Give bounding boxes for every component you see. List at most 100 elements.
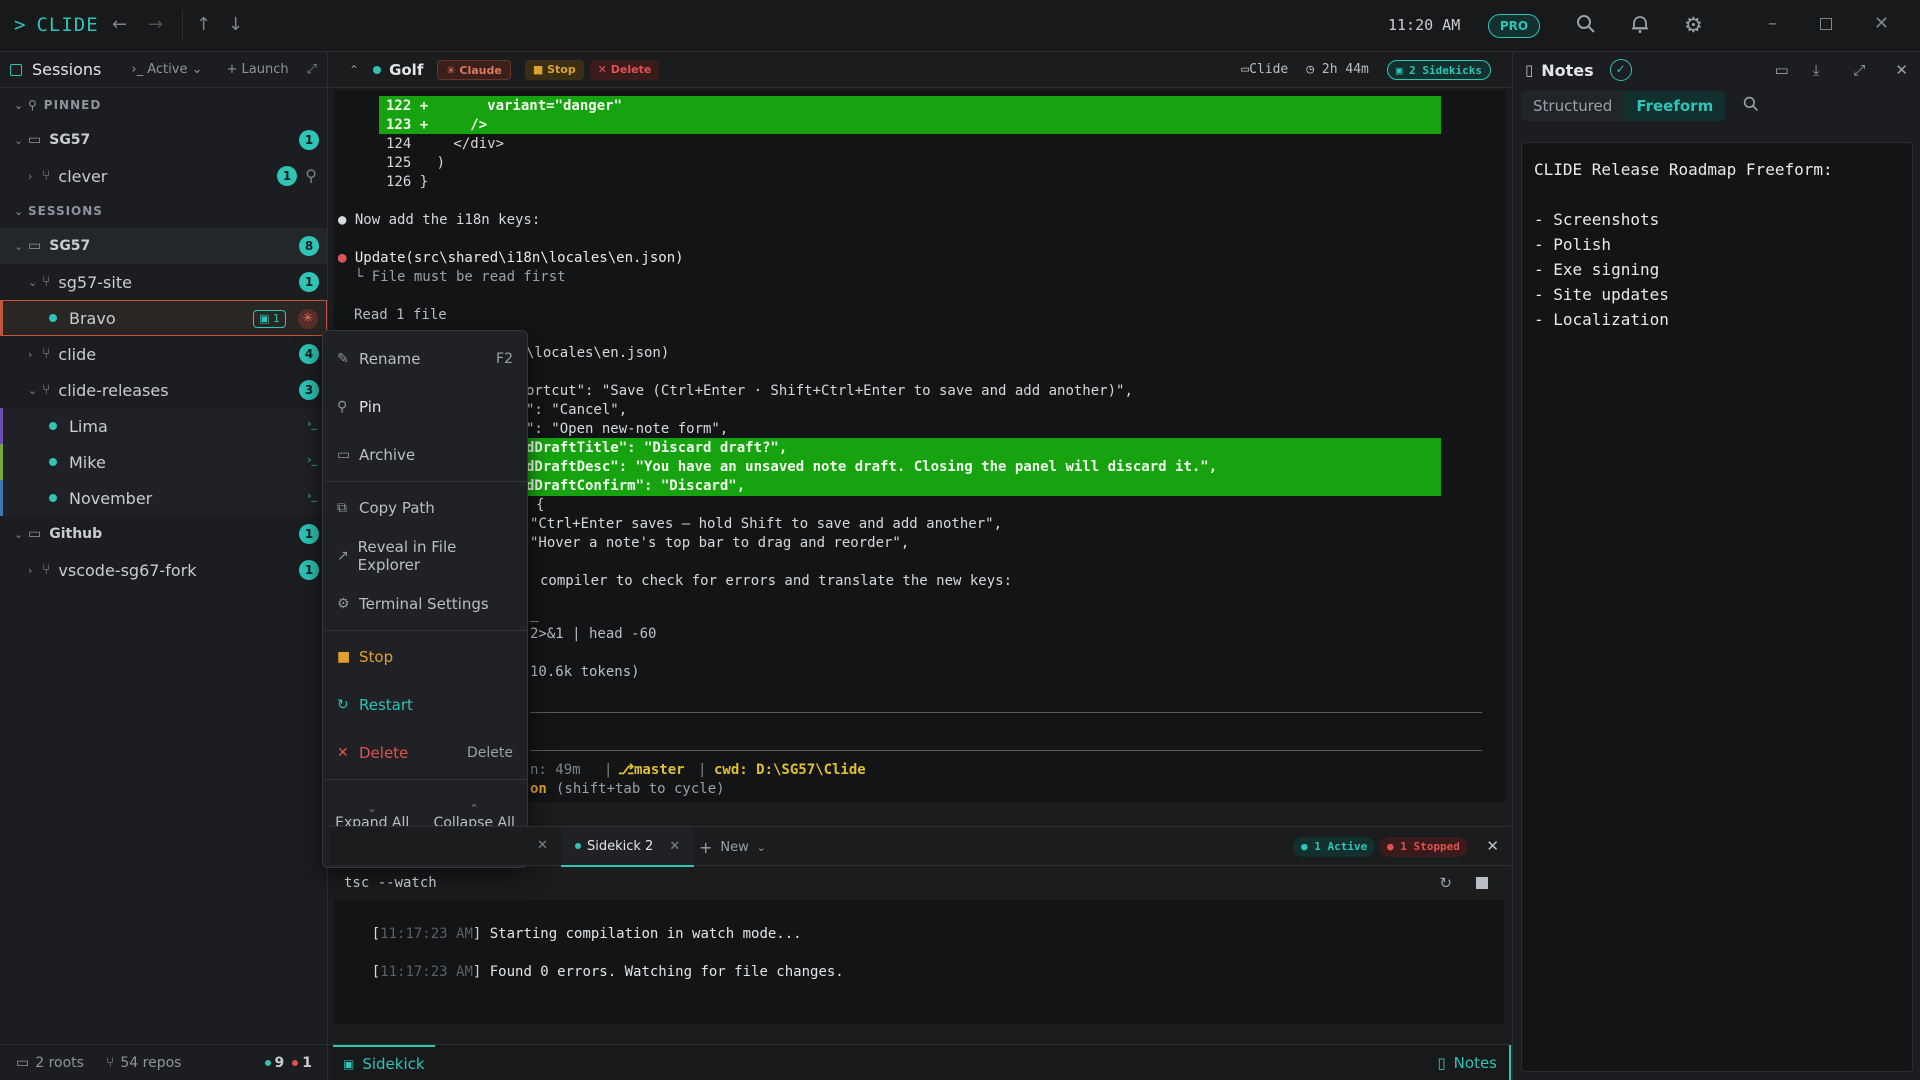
git-branch-icon: ⑂ [42,274,51,290]
repo-row[interactable]: ⌄ ⑂ clide-releases 3 [0,372,327,408]
count-badge: 4 [299,344,319,364]
git-branch-icon: ⑂ [42,346,51,362]
sessions-section-header[interactable]: ⌄ SESSIONS [0,194,327,228]
count-badge: 1 [299,272,319,292]
menu-item-rename[interactable]: ✎ Rename F2 [323,335,527,383]
repo-row[interactable]: › ⑂ clever 1 ⚲ [0,158,327,194]
close-icon[interactable]: ✕ [537,838,548,853]
pro-badge[interactable]: PRO [1488,14,1540,38]
repo-row[interactable]: › ⑂ vscode-sg67-fork 1 [0,552,327,588]
agent-badge[interactable]: ✳ Claude [437,59,511,80]
freeform-editor[interactable]: CLIDE Release Roadmap Freeform: - Screen… [1521,142,1913,1072]
session-row-november[interactable]: November ›_ [0,480,327,516]
pin-icon[interactable]: ⚲ [305,166,317,185]
close-icon: ✕ [337,745,349,761]
external-link-icon: ↗ [337,548,349,564]
sidekicks-badge[interactable]: ▣ 2 Sidekicks [1386,59,1491,80]
stop-label: Stop [547,62,576,76]
stop-square-icon[interactable] [1476,877,1488,889]
group-label: Github [49,526,103,542]
minimize-icon[interactable]: – [1768,13,1777,34]
forward-arrow-icon[interactable]: → [148,14,163,35]
menu-item-restart[interactable]: ↻ Restart [323,681,527,729]
stop-button[interactable]: ■ Stop [524,59,584,80]
menu-label: Copy Path [359,499,435,517]
delete-icon: ✕ [597,62,611,76]
group-row[interactable]: ⌄ ▭ Github 1 [0,516,327,552]
search-icon[interactable] [1576,14,1596,39]
sidekick-terminal[interactable]: [11:17:23 AM] Starting compilation in wa… [334,900,1504,1024]
repo-row[interactable]: › ⑂ clide 4 [0,336,327,372]
divider [530,712,1482,713]
git-branch-icon: ⑂ [42,168,51,184]
clock: 11:20 AM [1388,16,1461,34]
search-icon[interactable] [1743,96,1759,116]
menu-item-copy-path[interactable]: ⧉ Copy Path [323,484,527,532]
git-branch-icon: ⎇ [618,762,635,778]
chevron-down-icon: ⌄ [14,98,25,112]
restart-icon: ↻ [337,697,349,713]
sidekick-badge: ▣ 1 [253,310,286,328]
new-sidekick-button[interactable]: + New ⌄ [699,827,766,867]
bell-icon[interactable] [1630,14,1650,39]
menu-item-archive[interactable]: ▭ Archive [323,431,527,479]
close-icon[interactable]: ✕ [669,839,680,854]
sidekick-toggle[interactable]: ▣ Sidekick [333,1044,435,1080]
terminal-icon: ›_ [307,453,317,466]
chevron-right-icon: › [28,347,33,361]
chevron-down-icon: ⌄ [756,840,766,854]
bracket: [ [371,964,381,980]
menu-item-reveal[interactable]: ↗ Reveal in File Explorer [323,532,527,580]
session-row-bravo[interactable]: Bravo ▣ 1 ✳ [0,300,327,336]
tool-call-line: ● Update(src\shared\i18n\locales\en.json… [338,250,684,266]
back-arrow-icon[interactable]: ← [112,14,127,35]
expand-icon[interactable]: ⤢ [1853,61,1865,79]
maximize-icon[interactable] [1820,18,1832,30]
close-panel-icon[interactable]: ✕ [1486,837,1499,855]
note-item: - Site updates [1534,285,1669,304]
menu-item-pin[interactable]: ⚲ Pin [323,383,527,431]
close-icon[interactable]: ✕ [1895,61,1908,79]
tab-structured[interactable]: Structured [1521,91,1625,121]
section-label: SESSIONS [28,204,103,218]
tab-freeform[interactable]: Freeform [1624,91,1726,121]
pinned-section-header[interactable]: ⌄ ⚲ PINNED [0,88,327,122]
launch-button[interactable]: + Launch [226,62,288,77]
archive-icon[interactable]: ▭ [1775,61,1789,79]
expand-icon[interactable]: ⤢ [307,62,317,77]
chevron-up-icon[interactable]: ⌃ [349,63,359,77]
menu-item-terminal-settings[interactable]: ⚙ Terminal Settings [323,580,527,628]
message-line: ● Now add the i18n keys: [338,212,541,228]
menu-label: Archive [359,446,416,464]
notes-toggle[interactable]: ▯ Notes [1425,1044,1511,1080]
download-icon[interactable]: ⤓ [1813,61,1820,79]
pin-icon: ⚲ [337,399,348,415]
chevron-down-icon: ⌄ [187,62,203,77]
session-row-lima[interactable]: Lima ›_ [0,408,327,444]
notes-label: Notes [1453,1053,1497,1072]
notes-header: ▯ Notes ✓ ▭ ⤓ ⤢ ✕ [1513,52,1920,88]
group-row[interactable]: ⌄ ▭ SG57 1 [0,122,327,158]
arrow-up-icon[interactable]: ↑ [196,14,211,35]
git-branch-icon: ⑂ [42,562,51,578]
note-heading: CLIDE Release Roadmap Freeform: [1534,160,1833,179]
repo-label: clide [58,344,97,364]
session-row-mike[interactable]: Mike ›_ [0,444,327,480]
log-time: 11:17:23 AM [380,926,473,942]
delete-button[interactable]: ✕ Delete [589,59,660,80]
close-icon[interactable]: ✕ [1874,13,1889,34]
sidebar-footer: ▭ 2 roots ⑂ 54 repos 9 1 [0,1044,328,1080]
menu-item-delete[interactable]: ✕ Delete Delete [323,729,527,777]
gear-icon[interactable]: ⚙ [1684,13,1703,37]
filter-dropdown[interactable]: ›_ Active ⌄ [131,62,202,77]
mode-indicator: on [530,781,547,797]
diff-line: 123 + /> [386,117,488,133]
bottom-bar: ▣ Sidekick ▯ Notes [329,1044,1511,1080]
repo-row[interactable]: ⌄ ⑂ sg57-site 1 [0,264,327,300]
refresh-icon[interactable]: ↻ [1439,874,1452,892]
tab-sidekick-2[interactable]: Sidekick 2 ✕ [561,827,695,867]
menu-item-stop[interactable]: ■ Stop [323,633,527,681]
arrow-down-icon[interactable]: ↓ [228,14,243,35]
group-row[interactable]: ⌄ ▭ SG57 8 [0,228,327,264]
menu-label: Pin [359,398,382,416]
